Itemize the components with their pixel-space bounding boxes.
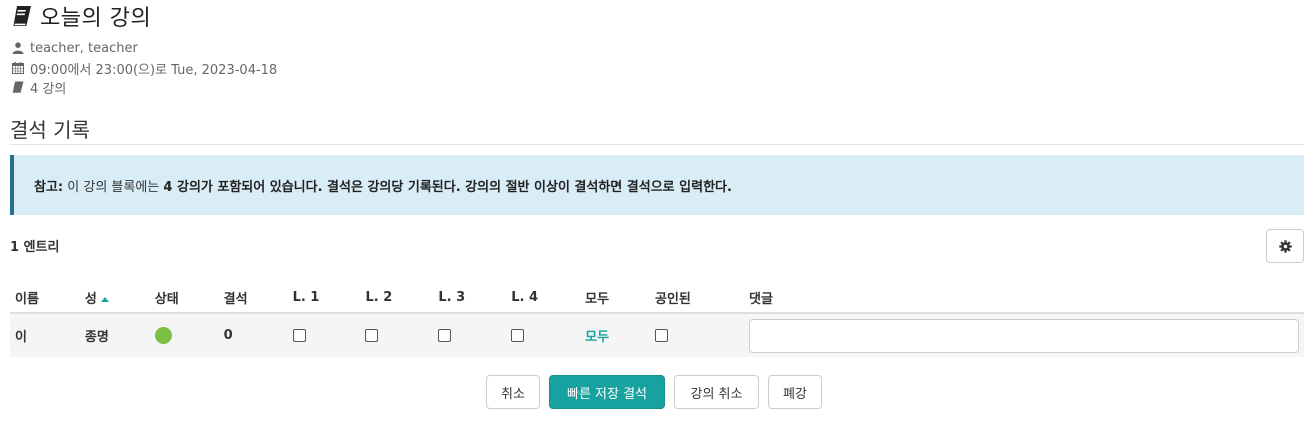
cell-lesson-4 <box>506 313 581 357</box>
sort-asc-icon <box>100 297 109 302</box>
alert-text: 이 강의 블록에는 <box>67 179 160 195</box>
lesson-time: 09:00에서 23:00(으)로 Tue, 2023-04-18 <box>30 62 278 78</box>
entry-count: 1 엔트리 <box>10 240 60 255</box>
col-last-name[interactable]: 성 <box>79 283 150 314</box>
col-first-name[interactable]: 이름 <box>10 283 80 314</box>
page-header: 오늘의 강의 <box>12 2 152 31</box>
col-lesson-1: L. 1 <box>287 283 361 314</box>
calendar-icon <box>12 62 24 74</box>
book-icon <box>12 81 24 93</box>
cell-lesson-1 <box>287 313 361 357</box>
section-divider <box>10 144 1304 145</box>
lesson-count: 4 강의 <box>30 81 67 97</box>
cell-status <box>149 313 219 357</box>
cell-excused <box>650 313 744 357</box>
time-info: 09:00에서 23:00(으)로 Tue, 2023-04-18 <box>12 59 278 78</box>
info-alert: 참고: 이 강의 블록에는 4 강의가 포함되어 있습니다. 결석은 강의당 기… <box>10 155 1304 215</box>
settings-button[interactable] <box>1266 229 1304 263</box>
alert-label: 참고: <box>34 179 64 195</box>
teacher-info: teacher, teacher <box>12 39 138 57</box>
col-comment: 댓글 <box>744 283 1304 314</box>
cell-comment <box>744 313 1304 357</box>
col-excused: 공인된 <box>650 283 744 314</box>
lesson-3-checkbox[interactable] <box>438 329 452 342</box>
cell-absences: 0 <box>218 313 288 357</box>
gear-icon <box>1278 239 1292 253</box>
lesson-2-checkbox[interactable] <box>365 329 379 342</box>
lesson-count-info: 4 강의 <box>12 78 67 97</box>
select-all-link[interactable]: 모두 <box>585 330 609 345</box>
attendance-table: 이름 성 상태 결석 L. 1 L. 2 L. 3 L. 4 모두 공인된 댓글… <box>10 283 1304 357</box>
col-lesson-4: L. 4 <box>506 283 581 314</box>
cancel-button[interactable]: 취소 <box>486 375 540 409</box>
close-course-button[interactable]: 폐강 <box>768 375 822 409</box>
table-row: 이 종명 0 모두 <box>10 313 1304 357</box>
status-indicator <box>154 327 172 344</box>
cell-all: 모두 <box>580 313 651 357</box>
cell-first-name: 이 <box>10 313 80 357</box>
book-icon <box>13 6 31 26</box>
cell-lesson-2 <box>360 313 434 357</box>
col-lesson-2: L. 2 <box>360 283 434 314</box>
col-lesson-3: L. 3 <box>433 283 507 314</box>
cell-lesson-3 <box>433 313 507 357</box>
user-icon <box>12 42 24 54</box>
teacher-name: teacher, teacher <box>30 40 138 56</box>
page-title: 오늘의 강의 <box>40 6 152 31</box>
excused-checkbox[interactable] <box>655 329 669 342</box>
section-heading: 결석 기록 <box>10 118 90 142</box>
col-absences[interactable]: 결석 <box>218 283 288 314</box>
col-all: 모두 <box>580 283 651 314</box>
cell-last-name: 종명 <box>79 313 150 357</box>
cancel-lesson-button[interactable]: 강의 취소 <box>674 375 759 409</box>
table-header-row: 이름 성 상태 결석 L. 1 L. 2 L. 3 L. 4 모두 공인된 댓글 <box>10 283 1304 314</box>
lesson-1-checkbox[interactable] <box>292 329 306 342</box>
comment-input[interactable] <box>749 318 1299 353</box>
lesson-4-checkbox[interactable] <box>511 329 525 342</box>
col-status: 상태 <box>149 283 219 314</box>
quick-save-absences-button[interactable]: 빠른 저장 결석 <box>549 375 665 409</box>
alert-strong-text: 4 강의가 포함되어 있습니다. 결석은 강의당 기록된다. 강의의 절반 이상… <box>163 179 732 195</box>
